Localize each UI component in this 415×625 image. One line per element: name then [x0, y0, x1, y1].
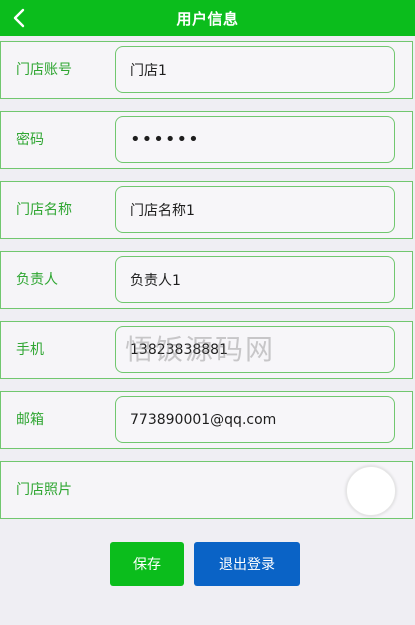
store-photo-avatar[interactable]	[346, 466, 396, 516]
chevron-left-icon	[13, 8, 25, 28]
store-name-label: 门店名称	[16, 202, 72, 218]
password-input[interactable]	[115, 116, 395, 163]
email-label: 邮箱	[16, 412, 44, 428]
user-info-form: 门店账号 密码 门店名称 负责人 手机 邮箱 门店照片	[0, 41, 415, 531]
back-button[interactable]	[6, 3, 32, 33]
password-label: 密码	[16, 132, 44, 148]
phone-input[interactable]	[115, 326, 395, 373]
phone-label: 手机	[16, 342, 44, 358]
store-photo-label: 门店照片	[16, 482, 72, 498]
save-button[interactable]: 保存	[110, 542, 184, 586]
logout-button[interactable]: 退出登录	[194, 542, 300, 586]
email-input[interactable]	[115, 396, 395, 443]
form-row-password: 密码	[0, 111, 413, 169]
form-row-phone: 手机	[0, 321, 413, 379]
store-account-input[interactable]	[115, 46, 395, 93]
app-header: 用户信息	[0, 0, 415, 36]
form-row-store-photo: 门店照片	[0, 461, 413, 519]
store-account-label: 门店账号	[16, 62, 72, 78]
page-title: 用户信息	[176, 9, 239, 28]
form-row-manager: 负责人	[0, 251, 413, 309]
form-row-store-account: 门店账号	[0, 41, 413, 99]
manager-input[interactable]	[115, 256, 395, 303]
manager-label: 负责人	[16, 272, 58, 288]
action-buttons: 保存 退出登录	[0, 542, 415, 586]
store-name-input[interactable]	[115, 186, 395, 233]
form-row-email: 邮箱	[0, 391, 413, 449]
form-row-store-name: 门店名称	[0, 181, 413, 239]
